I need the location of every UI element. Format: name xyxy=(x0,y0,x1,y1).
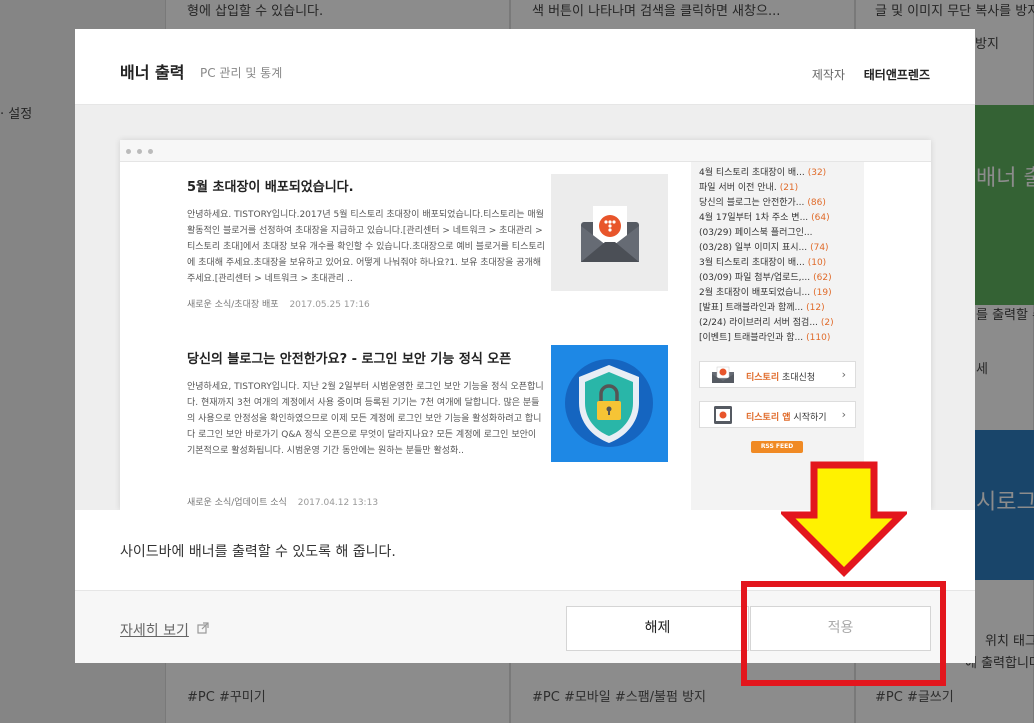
post-meta: 새로운 소식/업데이트 소식 2017.04.12 13:13 xyxy=(187,495,547,508)
list-item-count: (32) xyxy=(807,168,827,178)
list-item-count: (2) xyxy=(820,318,834,328)
maker-label: 제작자 xyxy=(811,68,845,82)
maker-name: 태터앤프렌즈 xyxy=(863,68,930,82)
modal-header: 배너 출력 PC 관리 및 통계 제작자 태터앤프렌즈 xyxy=(75,29,975,105)
post-body: 안녕하세요, TISTORY입니다. 지난 2월 2일부터 시범운영한 로그인 … xyxy=(187,382,544,456)
rss-label: RSS FEED xyxy=(760,443,794,450)
list-item-text: 4월 티스토리 초대장이 배... xyxy=(699,168,805,178)
post-date: 2017.04.12 13:13 xyxy=(297,498,379,508)
invite-banner-button[interactable]: 티스토리 초대신청 › xyxy=(699,361,856,388)
list-item-text: 4월 17일부터 1차 주소 변... xyxy=(699,213,809,223)
envelope-icon xyxy=(712,366,734,383)
list-item-count: (74) xyxy=(810,243,829,253)
list-item[interactable]: [이벤트] 트래블라인과 함... (110) xyxy=(699,331,859,346)
preview-area: 5월 초대장이 배포되었습니다. 안녕하세요. TISTORY입니다.2017년… xyxy=(75,105,975,510)
app-banner-button[interactable]: 티스토리 앱 시작하기 › xyxy=(699,401,856,428)
shield-lock-icon xyxy=(565,359,653,447)
annotation-arrow-down-icon xyxy=(781,461,907,577)
list-item[interactable]: (03/29) 페이스북 플러그인... xyxy=(699,226,859,241)
preview-browser-window: 5월 초대장이 배포되었습니다. 안녕하세요. TISTORY입니다.2017년… xyxy=(120,140,931,510)
banner-label-accent: 티스토리 앱 xyxy=(746,413,791,423)
list-item-text: (03/29) 페이스북 플러그인... xyxy=(699,228,813,238)
list-item[interactable]: 4월 티스토리 초대장이 배... (32) xyxy=(699,166,859,181)
more-info-link[interactable]: 자세히 보기 xyxy=(120,620,189,640)
banner-label-rest: 초대신청 xyxy=(779,373,816,383)
post-thumbnail xyxy=(551,345,668,462)
list-item-count: (110) xyxy=(806,333,831,343)
release-button[interactable]: 해제 xyxy=(566,606,749,651)
window-dot-icon xyxy=(137,149,142,154)
rss-feed-button[interactable]: RSS FEED xyxy=(751,441,803,453)
list-item-count: (62) xyxy=(813,273,832,283)
list-item[interactable]: 3월 티스토리 초대장이 배... (10) xyxy=(699,256,859,271)
post-thumbnail xyxy=(551,174,668,291)
list-item-text: (2/24) 라이브러리 서버 점검... xyxy=(699,318,818,328)
list-item-count: (64) xyxy=(811,213,830,223)
preview-post: 5월 초대장이 배포되었습니다. 안녕하세요. TISTORY입니다.2017년… xyxy=(187,176,547,310)
preview-sidebar: 4월 티스토리 초대장이 배... (32) 파일 서버 이전 안내. (21) 당… xyxy=(691,162,864,510)
envelope-icon xyxy=(581,206,639,262)
list-item[interactable]: 4월 17일부터 1차 주소 변... (64) xyxy=(699,211,859,226)
list-item-text: [발표] 트래블라인과 함께... xyxy=(699,303,804,313)
list-item-text: (03/28) 일부 이미지 표시... xyxy=(699,243,808,253)
banner-label: 티스토리 초대신청 xyxy=(746,370,815,383)
post-category: 새로운 소식/초대장 배포 xyxy=(187,300,279,310)
list-item-text: 3월 티스토리 초대장이 배... xyxy=(699,258,805,268)
banner-label-rest: 시작하기 xyxy=(790,413,827,423)
external-link-icon xyxy=(197,622,209,634)
annotation-highlight-box xyxy=(741,581,946,686)
modal-title: 배너 출력 xyxy=(120,63,185,82)
list-item-count: (19) xyxy=(813,288,832,298)
list-item-count: (10) xyxy=(807,258,827,268)
list-item-text: (03/09) 파일 첨부/업로드,... xyxy=(699,273,811,283)
list-item[interactable]: (03/09) 파일 첨부/업로드,... (62) xyxy=(699,271,859,286)
list-item-text: [이벤트] 트래블라인과 함... xyxy=(699,333,804,343)
list-item[interactable]: (03/28) 일부 이미지 표시... (74) xyxy=(699,241,859,256)
window-dot-icon xyxy=(148,149,153,154)
post-title: 당신의 블로그는 안전한가요? - 로그인 보안 기능 정식 오픈 xyxy=(187,352,512,367)
list-item[interactable]: 파일 서버 이전 안내. (21) xyxy=(699,181,859,196)
list-item-text: 당신의 블로그는 안전한가... xyxy=(699,198,805,208)
list-item[interactable]: (2/24) 라이브러리 서버 점검... (2) xyxy=(699,316,859,331)
post-body: 안녕하세요. TISTORY입니다.2017년 5월 티스토리 초대장이 배포되… xyxy=(187,210,545,284)
window-dot-icon xyxy=(126,149,131,154)
banner-label: 티스토리 앱 시작하기 xyxy=(746,410,827,423)
chevron-right-icon: › xyxy=(841,408,846,421)
list-item-count: (12) xyxy=(806,303,825,313)
list-item[interactable]: 2월 초대장이 배포되었습니... (19) xyxy=(699,286,859,301)
browser-title-bar xyxy=(120,140,931,162)
list-item-count: (86) xyxy=(807,198,826,208)
list-item[interactable]: [발표] 트래블라인과 함께... (12) xyxy=(699,301,859,316)
post-meta: 새로운 소식/초대장 배포 2017.05.25 17:16 xyxy=(187,297,547,310)
plugin-description: 사이드바에 배너를 출력할 수 있도록 해 줍니다. xyxy=(120,544,396,560)
recent-posts-list: 4월 티스토리 초대장이 배... (32) 파일 서버 이전 안내. (21) 당… xyxy=(699,166,859,346)
modal-subtitle: PC 관리 및 통계 xyxy=(200,66,283,80)
chevron-right-icon: › xyxy=(841,368,846,381)
banner-label-accent: 티스토리 xyxy=(746,373,780,383)
post-title: 5월 초대장이 배포되었습니다. xyxy=(187,180,354,195)
post-date: 2017.05.25 17:16 xyxy=(289,300,370,310)
list-item[interactable]: 당신의 블로그는 안전한가... (86) xyxy=(699,196,859,211)
mobile-app-icon xyxy=(714,406,732,424)
list-item-count: (21) xyxy=(779,183,799,193)
preview-post: 당신의 블로그는 안전한가요? - 로그인 보안 기능 정식 오픈 안녕하세요,… xyxy=(187,348,547,508)
post-category: 새로운 소식/업데이트 소식 xyxy=(187,498,287,508)
list-item-text: 2월 초대장이 배포되었습니... xyxy=(699,288,811,298)
list-item-text: 파일 서버 이전 안내. xyxy=(699,183,777,193)
